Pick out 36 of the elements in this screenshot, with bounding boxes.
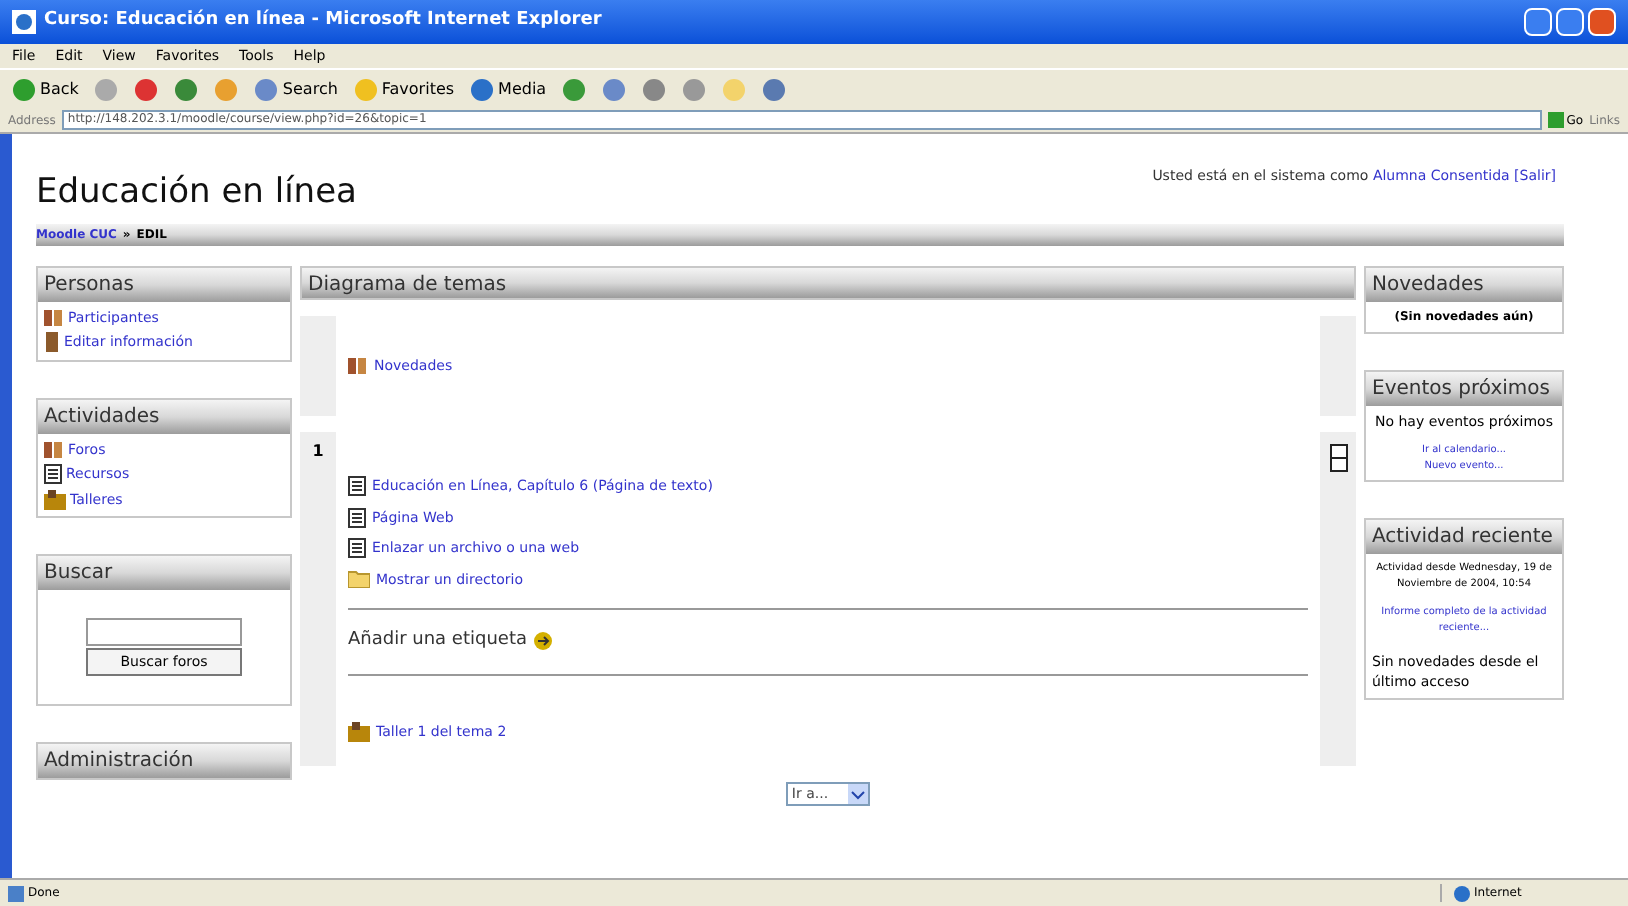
search-field[interactable]	[86, 618, 242, 646]
document-icon	[348, 507, 366, 528]
section-side: 1	[300, 432, 336, 766]
add-label-text: Añadir una etiqueta	[348, 628, 527, 654]
block-title: Actividades	[38, 399, 290, 433]
block-title: Actividad reciente	[1366, 520, 1562, 554]
browser-icon	[12, 10, 36, 34]
media-button[interactable]: Media	[466, 77, 551, 101]
globe-icon	[1454, 885, 1470, 901]
document-icon	[44, 464, 62, 485]
favorites-button[interactable]: Favorites	[349, 77, 459, 101]
search-button[interactable]: Search	[250, 77, 342, 101]
workshop-icon	[348, 721, 370, 742]
block-title: Administración	[38, 744, 290, 778]
people-icon	[44, 439, 64, 460]
caret-icon	[848, 784, 869, 804]
minimize-button[interactable]	[1524, 8, 1552, 36]
toggle-icon[interactable]	[1329, 444, 1347, 472]
block-title: Buscar	[38, 556, 290, 590]
people-icon	[348, 355, 368, 376]
workshop-icon	[44, 489, 66, 510]
window-title: Curso: Educación en línea - Microsoft Internet Explorer	[44, 8, 602, 35]
block-title: Novedades	[1366, 267, 1562, 301]
person-icon	[44, 332, 60, 353]
block-title: Eventos próximos	[1366, 371, 1562, 405]
document-icon	[348, 476, 366, 497]
page-icon	[8, 885, 24, 901]
maximize-button[interactable]	[1556, 8, 1584, 36]
arrow-icon	[533, 632, 551, 651]
people-icon	[44, 307, 64, 328]
back-button[interactable]: Back	[8, 77, 83, 101]
section-header: Diagrama de temas	[300, 265, 1356, 299]
block-title: Personas	[38, 267, 290, 301]
document-icon	[348, 538, 366, 559]
course-title: Educación en línea	[36, 170, 357, 216]
close-button[interactable]	[1588, 8, 1616, 36]
